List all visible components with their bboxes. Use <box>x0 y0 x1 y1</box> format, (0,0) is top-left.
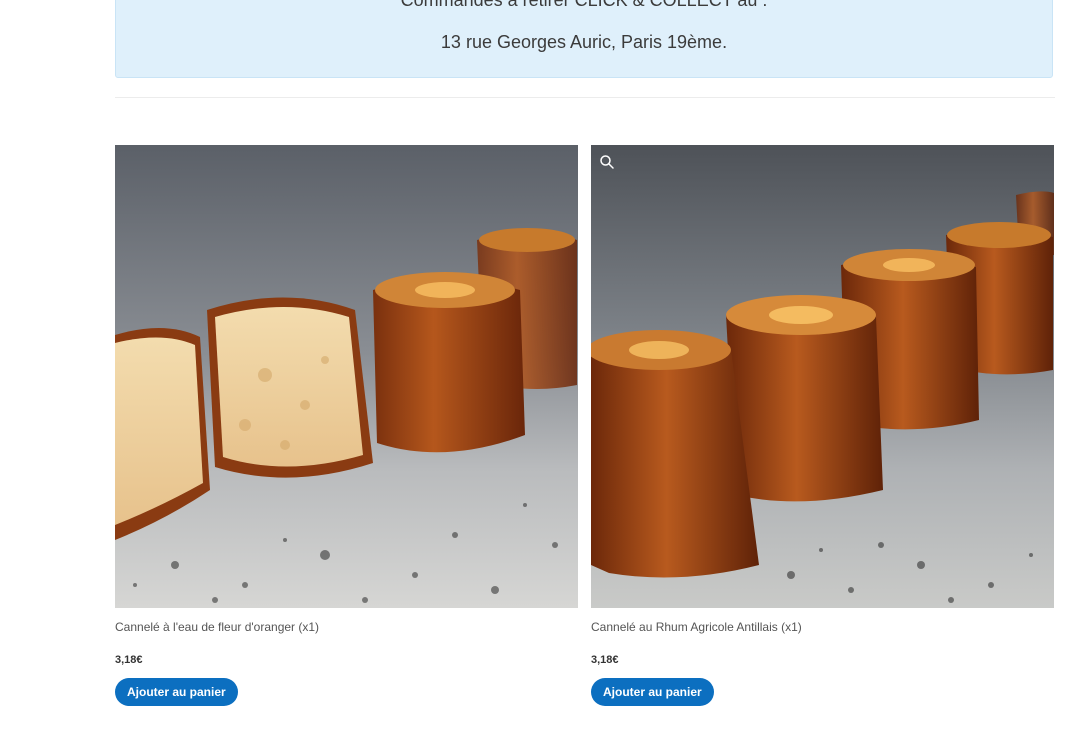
product-card: Cannelé à l'eau de fleur d'oranger (x1) … <box>115 145 578 706</box>
canele-photo <box>115 145 578 608</box>
product-image[interactable] <box>591 145 1054 608</box>
notice-line-1: Commandes à retirer CLICK & COLLECT au : <box>400 0 768 10</box>
product-price: 3,18€ <box>591 654 619 666</box>
product-title[interactable]: Cannelé au Rhum Agricole Antillais (x1) <box>591 620 802 634</box>
divider <box>115 97 1055 98</box>
click-collect-notice: Commandes à retirer CLICK & COLLECT au :… <box>115 0 1053 78</box>
search-icon[interactable] <box>599 154 615 170</box>
product-price: 3,18€ <box>115 654 143 666</box>
product-image[interactable] <box>115 145 578 608</box>
product-title[interactable]: Cannelé à l'eau de fleur d'oranger (x1) <box>115 620 319 634</box>
notice-address: 13 rue Georges Auric, Paris 19ème. <box>440 32 728 52</box>
add-to-cart-button[interactable]: Ajouter au panier <box>591 678 714 706</box>
add-to-cart-button[interactable]: Ajouter au panier <box>115 678 238 706</box>
page: Commandes à retirer CLICK & COLLECT au :… <box>0 0 1080 729</box>
product-card: Cannelé au Rhum Agricole Antillais (x1) … <box>591 145 1054 706</box>
canele-photo <box>591 145 1054 608</box>
